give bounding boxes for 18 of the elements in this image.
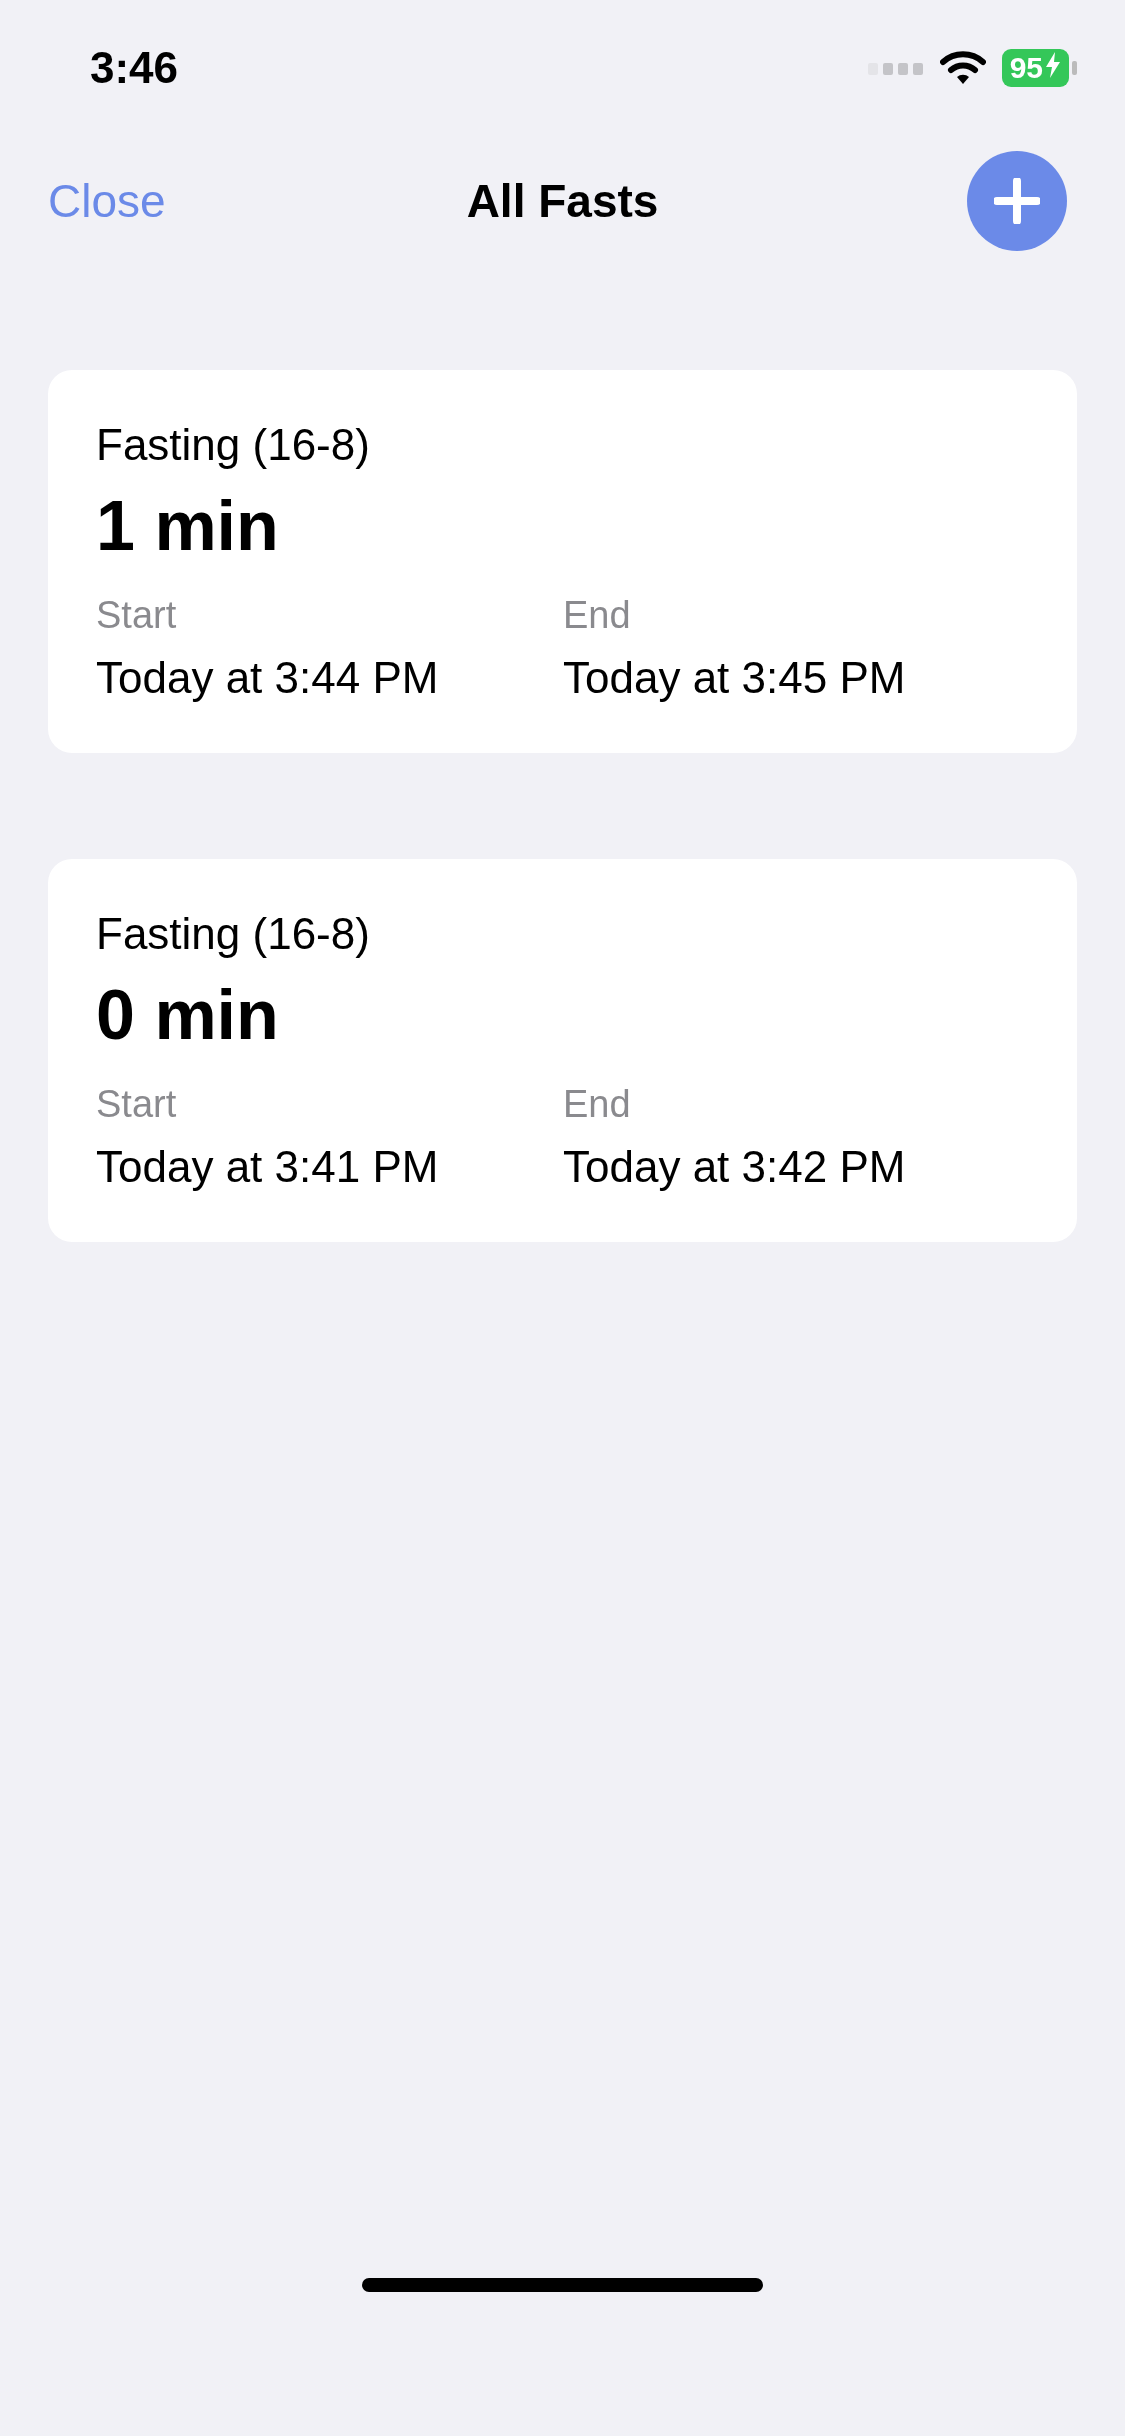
status-time: 3:46 [90, 43, 179, 93]
fast-card[interactable]: Fasting (16-8) 1 min Start Today at 3:44 PM End Today at 3:45 PM [48, 370, 1077, 753]
fast-duration: 0 min [96, 975, 280, 1055]
end-time: Today at 3:45 PM [563, 653, 907, 703]
wifi-icon [939, 50, 986, 86]
start-time: Today at 3:41 PM [96, 1142, 440, 1192]
end-label: End [563, 1083, 632, 1126]
end-time: Today at 3:42 PM [563, 1142, 907, 1192]
fast-plan: Fasting (16-8) [96, 420, 371, 470]
start-label: Start [96, 594, 178, 637]
end-label: End [563, 594, 632, 637]
plus-icon [994, 178, 1040, 224]
start-label: Start [96, 1083, 178, 1126]
page-title: All Fasts [466, 174, 659, 228]
fast-plan: Fasting (16-8) [96, 909, 371, 959]
fast-card[interactable]: Fasting (16-8) 0 min Start Today at 3:41 PM End Today at 3:42 PM [48, 859, 1077, 1242]
fast-duration: 1 min [96, 486, 280, 566]
start-time: Today at 3:44 PM [96, 653, 440, 703]
